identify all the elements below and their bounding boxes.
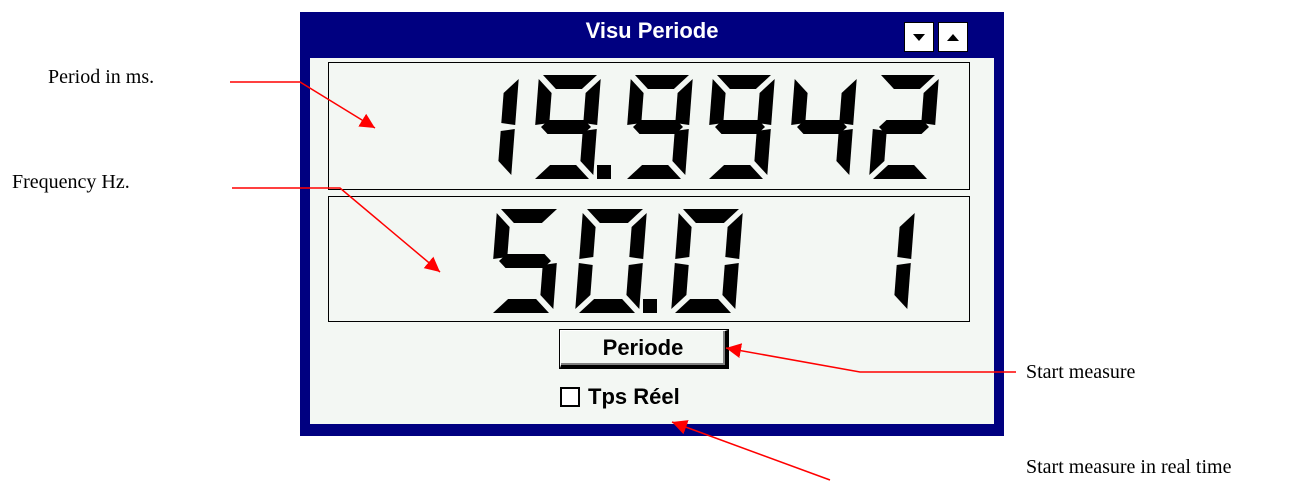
annotation-arrows [230,81,1016,481]
arrow-start-measure [725,343,1016,373]
arrow-frequency [232,187,441,273]
arrow-start-realtime [671,420,831,481]
arrow-period [230,81,376,129]
